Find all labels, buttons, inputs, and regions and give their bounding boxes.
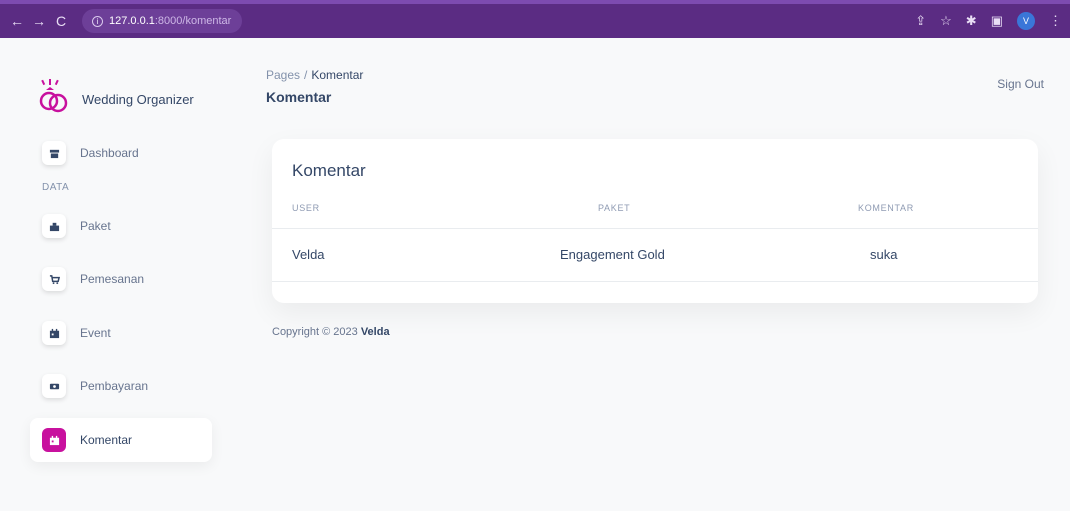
sidebar-item-pemesanan[interactable]: Pemesanan — [30, 257, 212, 301]
menu-kebab-icon[interactable]: ⋮ — [1049, 13, 1062, 29]
sidebar-item-komentar[interactable]: Komentar — [30, 418, 212, 462]
sidebar-item-label: Pemesanan — [80, 272, 145, 286]
sidebar-item-pembayaran[interactable]: Pembayaran — [30, 364, 212, 408]
column-header-paket: PAKET — [598, 203, 631, 213]
cell-komentar: suka — [870, 247, 898, 262]
browser-toolbar: ← → C i 127.0.0.1:8000/komentar ⇪ ☆ ✱ ▣ … — [0, 0, 1070, 38]
sidebar-item-event[interactable]: Event — [30, 311, 212, 355]
column-header-user: USER — [292, 203, 320, 213]
reload-icon[interactable]: C — [50, 13, 72, 29]
sidebar-item-label: Event — [80, 326, 111, 340]
info-icon[interactable]: i — [92, 15, 103, 27]
address-bar[interactable]: i 127.0.0.1:8000/komentar — [82, 9, 242, 33]
sidebar-item-paket[interactable]: Paket — [30, 204, 212, 248]
breadcrumb-separator: / — [304, 68, 308, 82]
breadcrumb-root[interactable]: Pages — [266, 68, 300, 82]
share-icon[interactable]: ⇪ — [915, 13, 926, 29]
sidepanel-icon[interactable]: ▣ — [991, 13, 1003, 29]
footer: Copyright © 2023 Velda — [272, 326, 390, 338]
url-host: 127.0.0.1 — [109, 15, 155, 27]
building-icon — [42, 214, 66, 238]
rings-logo-icon — [38, 78, 70, 114]
back-icon[interactable]: ← — [6, 13, 28, 29]
column-header-komentar: KOMENTAR — [858, 203, 914, 213]
page-title: Komentar — [266, 89, 332, 105]
forward-icon[interactable]: → — [28, 13, 50, 29]
sidebar-item-label: Dashboard — [80, 146, 139, 160]
copyright-author: Velda — [360, 326, 390, 338]
sidebar-section-label: DATA — [42, 182, 70, 193]
copyright-text: Copyright © 2023 — [272, 326, 358, 338]
breadcrumb: Pages / Komentar — [266, 68, 363, 82]
sidebar-item-label: Paket — [80, 219, 111, 233]
sidebar-item-label: Pembayaran — [80, 379, 149, 393]
table-header: USER PAKET KOMENTAR — [272, 195, 1038, 229]
sign-out-link[interactable]: Sign Out — [997, 77, 1044, 91]
cell-paket: Engagement Gold — [560, 247, 665, 262]
shop-icon — [42, 141, 66, 165]
cart-icon — [42, 267, 66, 291]
brand-name: Wedding Organizer — [82, 91, 194, 107]
profile-avatar[interactable]: V — [1017, 12, 1035, 30]
calendar-icon — [42, 428, 66, 452]
table-divider — [272, 228, 1038, 229]
table-divider — [272, 281, 1038, 282]
url-path: :8000/komentar — [154, 15, 232, 27]
brand[interactable]: Wedding Organizer — [38, 78, 194, 114]
calendar-icon — [42, 321, 66, 345]
sidebar-item-dashboard[interactable]: Dashboard — [30, 131, 212, 175]
extensions-icon[interactable]: ✱ — [966, 13, 977, 29]
bookmark-star-icon[interactable]: ☆ — [940, 13, 952, 29]
cell-user: Velda — [292, 247, 325, 262]
money-icon — [42, 374, 66, 398]
card-title: Komentar — [292, 161, 366, 180]
breadcrumb-current: Komentar — [311, 68, 364, 82]
sidebar-item-label: Komentar — [80, 433, 133, 447]
komentar-card: Komentar USER PAKET KOMENTAR Velda Engag… — [272, 139, 1038, 303]
